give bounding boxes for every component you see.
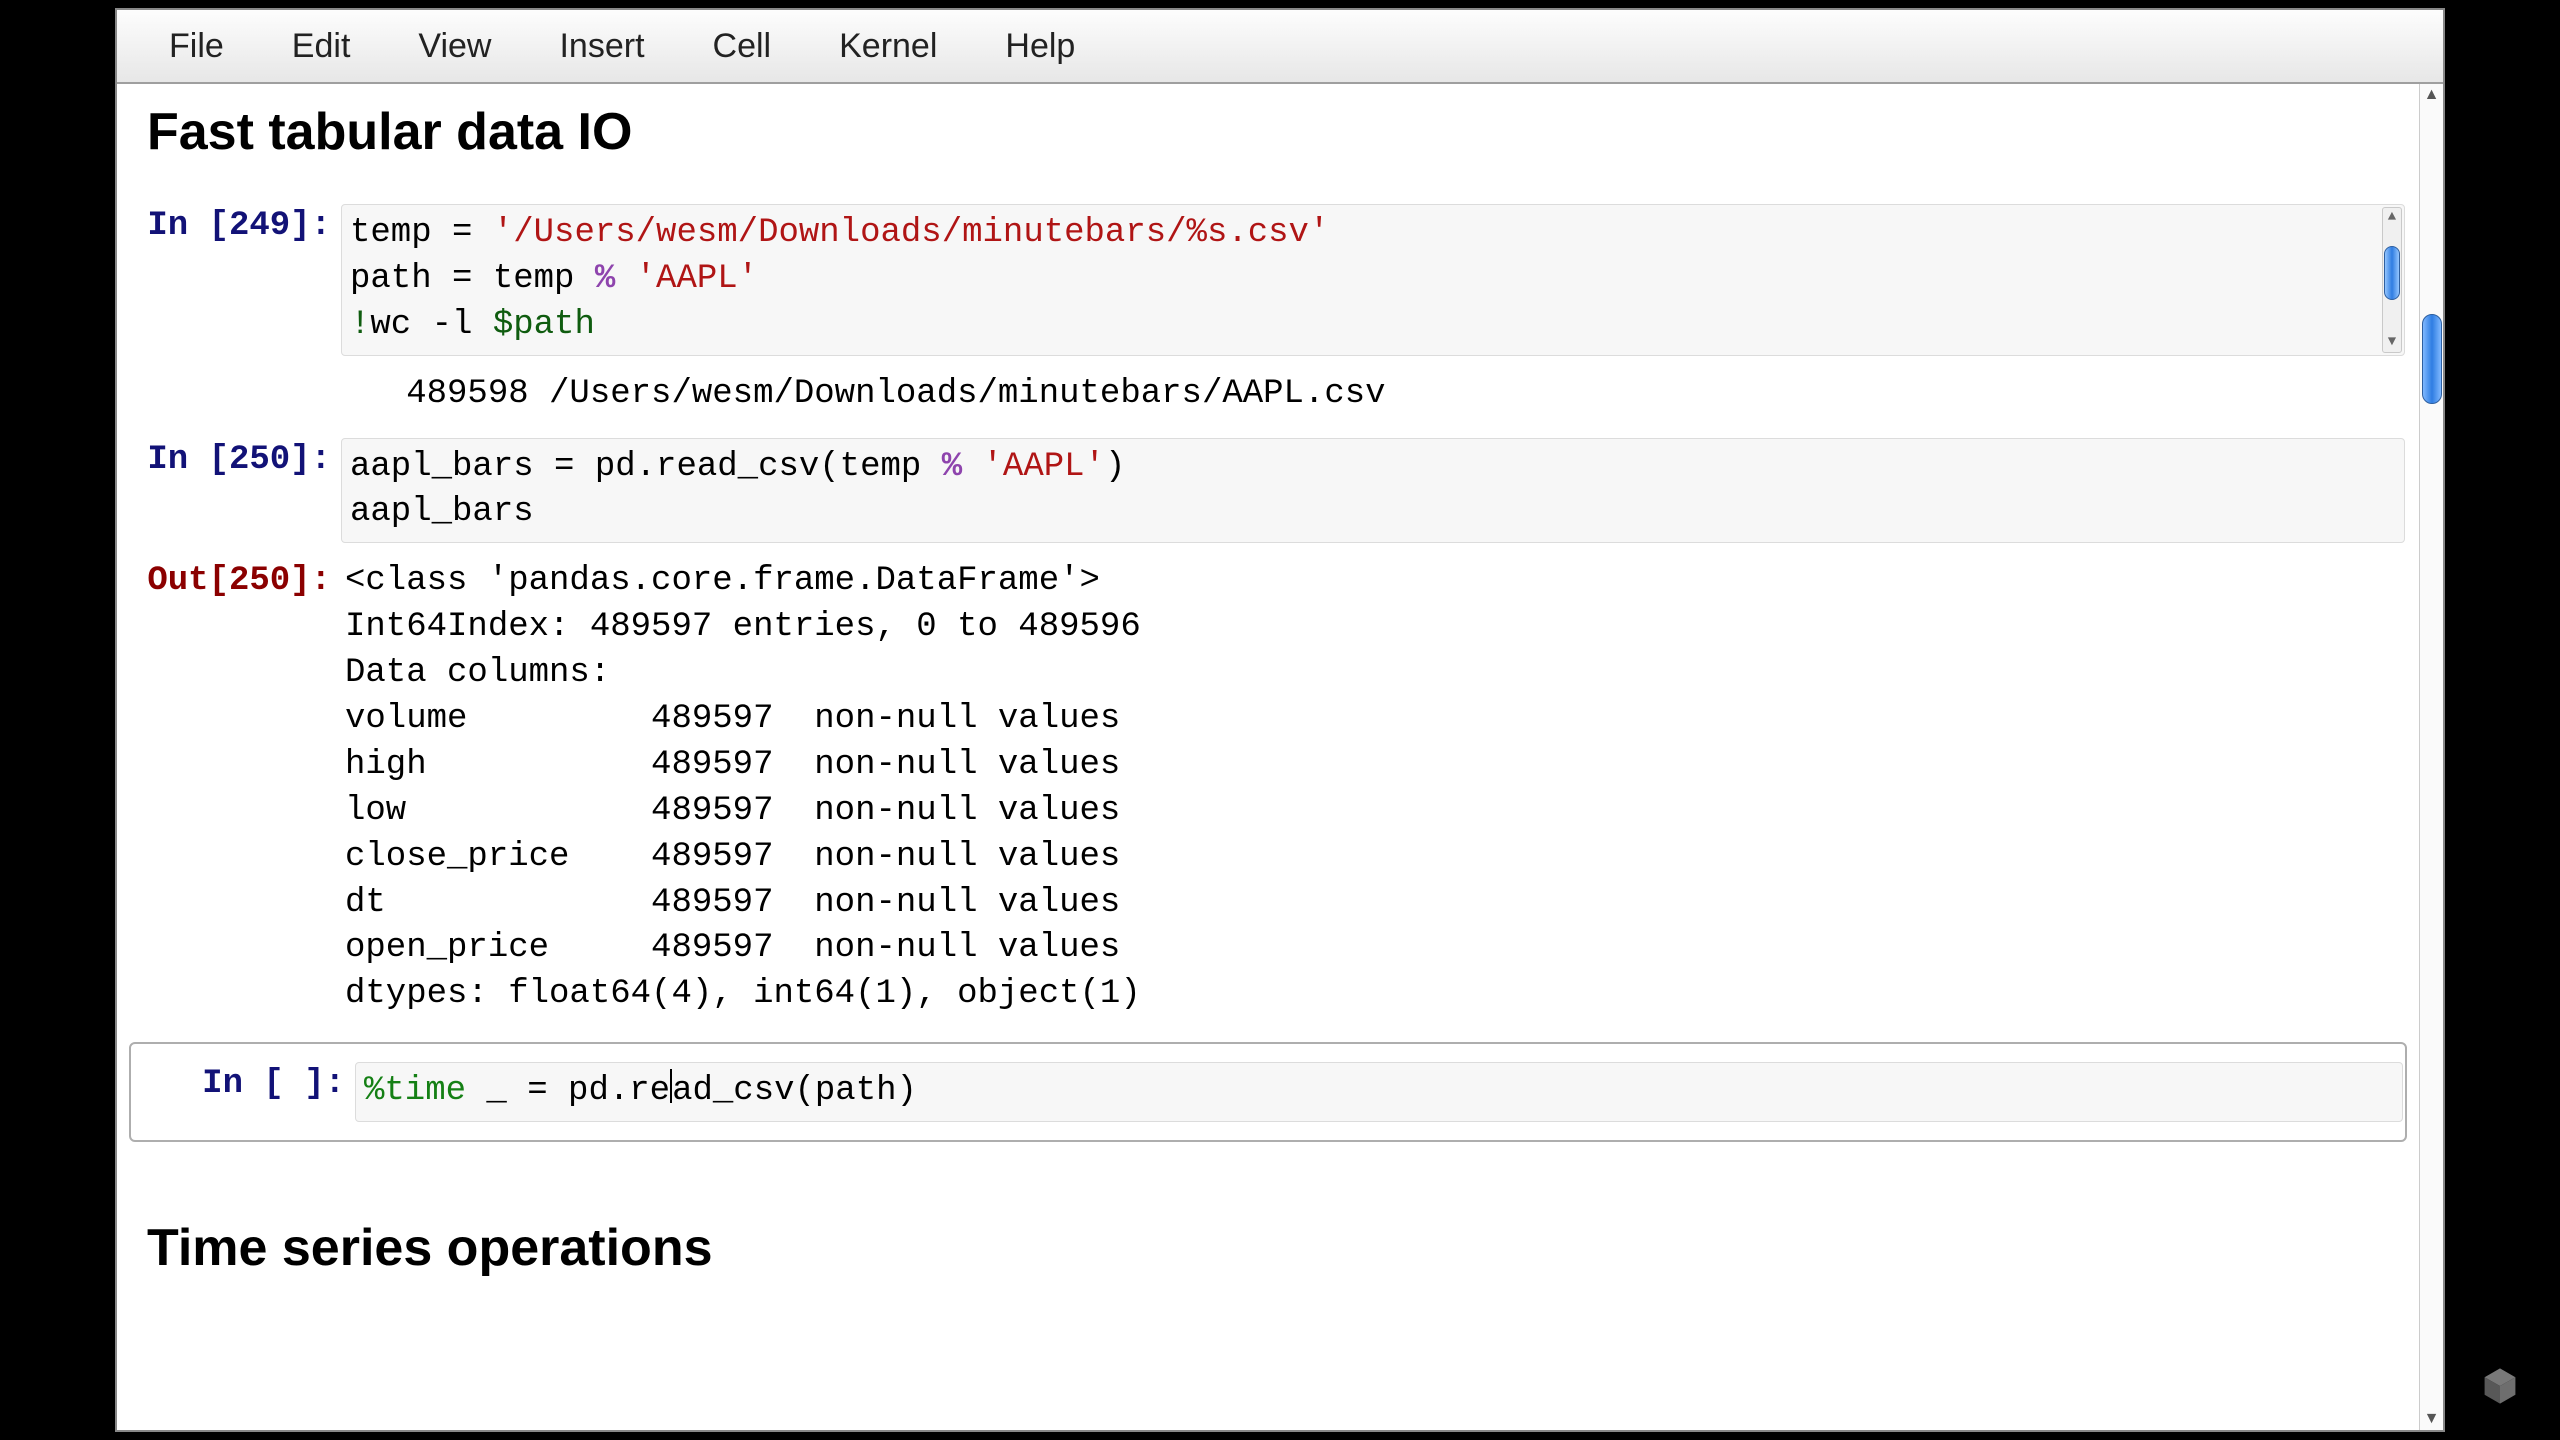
code-text: aapl_bars = pd.read_csv(temp: [350, 448, 942, 486]
heading-fast-tabular-io: Fast tabular data IO: [117, 84, 2419, 202]
menu-cell[interactable]: Cell: [679, 19, 806, 74]
output-cell-249: 489598 /Users/wesm/Downloads/minutebars/…: [117, 358, 2419, 436]
scroll-thumb[interactable]: [2384, 246, 2400, 300]
code-text: [615, 260, 635, 298]
code-cell-249[interactable]: In [249]: temp = '/Users/wesm/Downloads/…: [117, 202, 2419, 358]
in-prompt-250: In [250]:: [131, 438, 341, 484]
code-text: [962, 448, 982, 486]
code-input-249[interactable]: temp = '/Users/wesm/Downloads/minutebars…: [341, 204, 2405, 356]
code-string: 'AAPL': [983, 448, 1105, 486]
menu-help[interactable]: Help: [971, 19, 1109, 74]
shell-bang: !: [350, 306, 370, 344]
watermark-cube-icon: [2478, 1364, 2522, 1408]
scroll-up-icon[interactable]: ▲: [2420, 84, 2443, 106]
code-cell-active[interactable]: In [ ]: %time _ = pd.read_csv(path): [129, 1042, 2407, 1142]
menu-file[interactable]: File: [135, 19, 258, 74]
menu-bar: File Edit View Insert Cell Kernel Help: [117, 10, 2443, 84]
code-text: _ = pd.re: [466, 1072, 670, 1110]
page-scrollbar[interactable]: ▲ ▼: [2419, 84, 2443, 1430]
in-prompt-249: In [249]:: [131, 204, 341, 250]
code-text: aapl_bars: [350, 493, 534, 531]
code-string: '/Users/wesm/Downloads/minutebars/%s.csv…: [493, 214, 1330, 252]
code-text: ad_csv(path): [672, 1072, 917, 1110]
code-input-active[interactable]: %time _ = pd.read_csv(path): [355, 1062, 2403, 1122]
output-text-250: <class 'pandas.core.frame.DataFrame'> In…: [341, 559, 2405, 1018]
code-string: 'AAPL': [636, 260, 758, 298]
code-text: wc -l: [370, 306, 492, 344]
output-text-249: 489598 /Users/wesm/Downloads/minutebars/…: [341, 372, 2405, 418]
notebook-scroll[interactable]: Fast tabular data IO In [249]: temp = '/…: [117, 84, 2419, 1430]
notebook-area: Fast tabular data IO In [249]: temp = '/…: [117, 84, 2443, 1430]
heading-time-series-ops: Time series operations: [117, 1148, 2419, 1318]
code-operator: %: [595, 260, 615, 298]
out-prompt-250: Out[250]:: [131, 559, 341, 605]
menu-edit[interactable]: Edit: [258, 19, 385, 74]
code-input-250[interactable]: aapl_bars = pd.read_csv(temp % 'AAPL') a…: [341, 438, 2405, 544]
menu-view[interactable]: View: [384, 19, 525, 74]
menu-kernel[interactable]: Kernel: [805, 19, 971, 74]
code-text: ): [1105, 448, 1125, 486]
code-magic: %time: [364, 1072, 466, 1110]
scroll-thumb[interactable]: [2422, 314, 2442, 404]
code-text: temp =: [350, 214, 493, 252]
cell-scrollbar[interactable]: ▲▼: [2382, 207, 2402, 353]
shell-var: $path: [493, 306, 595, 344]
scroll-up-icon[interactable]: ▲: [2383, 208, 2401, 226]
scroll-down-icon[interactable]: ▼: [2383, 334, 2401, 352]
output-cell-250: Out[250]: <class 'pandas.core.frame.Data…: [117, 545, 2419, 1036]
menu-insert[interactable]: Insert: [525, 19, 678, 74]
in-prompt-active: In [ ]:: [145, 1062, 355, 1108]
scroll-down-icon[interactable]: ▼: [2420, 1408, 2443, 1430]
jupyter-window: File Edit View Insert Cell Kernel Help F…: [117, 10, 2443, 1430]
code-text: path = temp: [350, 260, 595, 298]
code-cell-250[interactable]: In [250]: aapl_bars = pd.read_csv(temp %…: [117, 436, 2419, 546]
code-operator: %: [942, 448, 962, 486]
